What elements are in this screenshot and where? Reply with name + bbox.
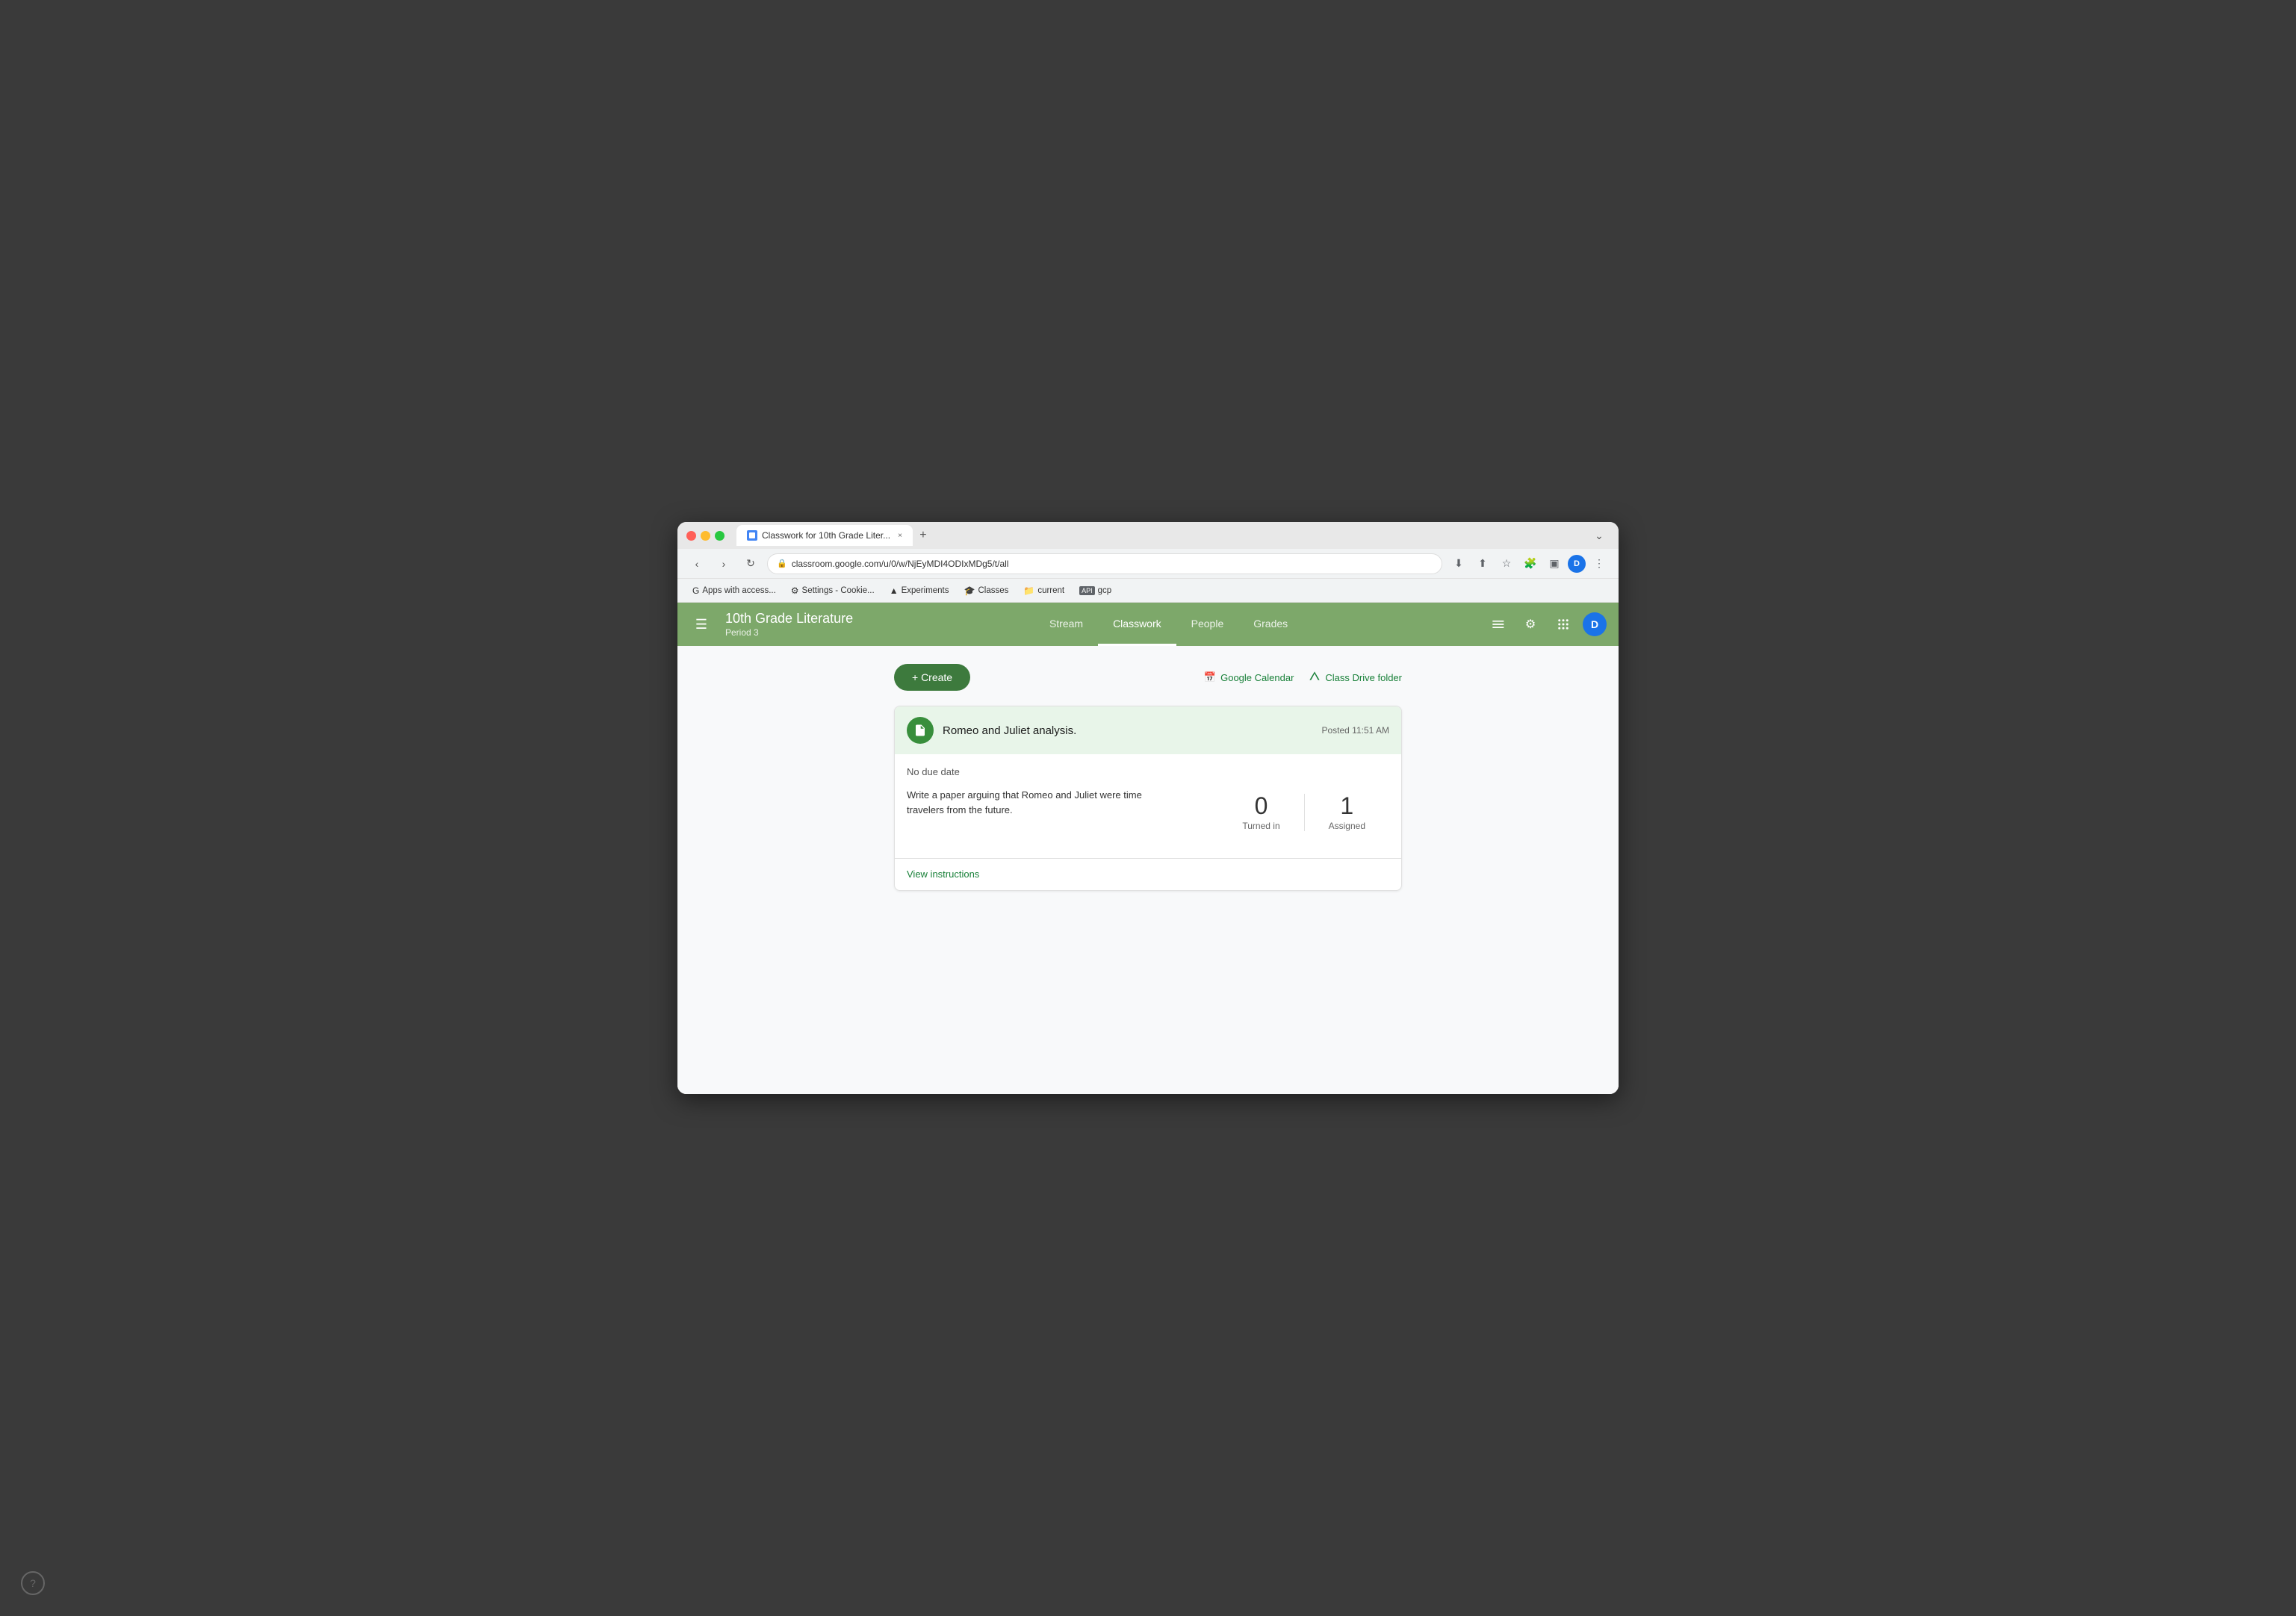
- hamburger-menu-icon[interactable]: ☰: [689, 612, 713, 636]
- assigned-count: 1: [1340, 794, 1353, 818]
- card-header-left: Romeo and Juliet analysis.: [907, 717, 1076, 744]
- bookmark-gcp[interactable]: API gcp: [1073, 584, 1117, 597]
- bookmark-current[interactable]: 📁 current: [1017, 583, 1070, 598]
- posted-time: Posted 11:51 AM: [1321, 725, 1389, 736]
- bookmark-classes[interactable]: 🎓 Classes: [958, 583, 1015, 598]
- turned-in-label: Turned in: [1242, 821, 1279, 831]
- toolbar-links: 📅 Google Calendar Class Drive folder: [1204, 671, 1402, 685]
- tab-title: Classwork for 10th Grade Liter...: [762, 530, 890, 541]
- class-period: Period 3: [725, 627, 853, 638]
- header-actions: ⚙ D: [1484, 611, 1607, 638]
- toolbar-row: + Create 📅 Google Calendar Class Drive f…: [894, 664, 1402, 691]
- address-bar: ‹ › ↻ 🔒 classroom.google.com/u/0/w/NjEyM…: [677, 549, 1619, 579]
- minimize-button[interactable]: [701, 531, 710, 541]
- tab-stream[interactable]: Stream: [1034, 603, 1098, 646]
- class-title-block: 10th Grade Literature Period 3: [725, 611, 853, 638]
- main-content: + Create 📅 Google Calendar Class Drive f…: [677, 646, 1619, 1094]
- assignment-type-icon: [907, 717, 934, 744]
- settings-icon: ⚙: [791, 585, 799, 596]
- card-header: Romeo and Juliet analysis. Posted 11:51 …: [895, 706, 1401, 754]
- drive-icon: [1309, 671, 1321, 685]
- tab-classwork[interactable]: Classwork: [1098, 603, 1176, 646]
- card-body: No due date Write a paper arguing that R…: [895, 754, 1401, 858]
- user-avatar[interactable]: D: [1583, 612, 1607, 636]
- url-bar[interactable]: 🔒 classroom.google.com/u/0/w/NjEyMDI4ODI…: [767, 553, 1442, 574]
- back-button[interactable]: ‹: [686, 553, 707, 574]
- address-actions: ⬇ ⬆ ☆ 🧩 ▣ D ⋮: [1448, 553, 1610, 574]
- turned-in-count: 0: [1255, 794, 1268, 818]
- experiments-icon: ▲: [890, 585, 899, 596]
- sidebar-icon[interactable]: ▣: [1544, 553, 1565, 574]
- bookmarks-bar: G Apps with access... ⚙ Settings - Cooki…: [677, 579, 1619, 603]
- class-drive-folder-link[interactable]: Class Drive folder: [1309, 671, 1402, 685]
- title-bar: Classwork for 10th Grade Liter... × + ⌄: [677, 522, 1619, 549]
- class-title: 10th Grade Literature: [725, 611, 853, 627]
- no-due-date: No due date: [907, 766, 1389, 777]
- traffic-lights: [686, 531, 725, 541]
- bookmark-apps[interactable]: G Apps with access...: [686, 583, 782, 598]
- chrome-menu-icon[interactable]: ⋮: [1589, 553, 1610, 574]
- folder-icon: 📁: [1023, 585, 1034, 596]
- tab-favicon: [747, 530, 757, 541]
- tab-close-button[interactable]: ×: [898, 532, 902, 540]
- card-footer: View instructions: [895, 858, 1401, 890]
- calendar-icon: 📅: [1204, 671, 1216, 683]
- settings-gear-icon[interactable]: ⚙: [1517, 611, 1544, 638]
- api-icon: API: [1079, 586, 1095, 595]
- assigned-stat: 1 Assigned: [1304, 794, 1389, 831]
- extension-icon[interactable]: 🧩: [1520, 553, 1541, 574]
- bookmark-experiments[interactable]: ▲ Experiments: [884, 583, 955, 598]
- bookmark-star-icon[interactable]: ☆: [1496, 553, 1517, 574]
- assignment-title: Romeo and Juliet analysis.: [943, 724, 1076, 737]
- assignment-description: Write a paper arguing that Romeo and Jul…: [907, 788, 1146, 817]
- bookmark-settings-label: Settings - Cookie...: [802, 586, 875, 595]
- assigned-label: Assigned: [1329, 821, 1365, 831]
- classroom-header: ☰ 10th Grade Literature Period 3 Stream …: [677, 603, 1619, 646]
- tab-people[interactable]: People: [1176, 603, 1239, 646]
- stats-row: 0 Turned in 1 Assigned: [1218, 788, 1389, 837]
- active-tab[interactable]: Classwork for 10th Grade Liter... ×: [736, 525, 913, 546]
- share-icon[interactable]: ⬆: [1472, 553, 1493, 574]
- bookmark-apps-label: Apps with access...: [702, 586, 775, 595]
- app-content: ☰ 10th Grade Literature Period 3 Stream …: [677, 603, 1619, 1094]
- google-calendar-link[interactable]: 📅 Google Calendar: [1204, 671, 1294, 683]
- close-button[interactable]: [686, 531, 696, 541]
- tab-bar: Classwork for 10th Grade Liter... × + ⌄: [736, 525, 1610, 546]
- student-view-icon[interactable]: [1484, 611, 1511, 638]
- bookmark-gcp-label: gcp: [1098, 586, 1112, 595]
- google-apps-icon[interactable]: [1550, 611, 1577, 638]
- help-icon[interactable]: ?: [21, 1571, 45, 1595]
- bookmark-classes-label: Classes: [978, 586, 1008, 595]
- view-instructions-link[interactable]: View instructions: [907, 868, 979, 880]
- tab-grades[interactable]: Grades: [1238, 603, 1303, 646]
- bookmark-settings[interactable]: ⚙ Settings - Cookie...: [785, 583, 881, 598]
- tab-end: ⌄: [934, 525, 1610, 546]
- browser-window: Classwork for 10th Grade Liter... × + ⌄ …: [677, 522, 1619, 1094]
- bookmark-current-label: current: [1037, 586, 1064, 595]
- card-content-row: Write a paper arguing that Romeo and Jul…: [907, 785, 1389, 846]
- classes-icon: 🎓: [964, 585, 975, 596]
- bookmark-experiments-label: Experiments: [902, 586, 949, 595]
- new-tab-button[interactable]: +: [913, 525, 934, 546]
- download-icon[interactable]: ⬇: [1448, 553, 1469, 574]
- fullscreen-button[interactable]: [715, 531, 725, 541]
- create-button[interactable]: + Create: [894, 664, 970, 691]
- turned-in-stat: 0 Turned in: [1218, 794, 1303, 831]
- url-text: classroom.google.com/u/0/w/NjEyMDI4ODIxM…: [792, 559, 1009, 569]
- lock-icon: 🔒: [777, 559, 787, 568]
- assignment-card: Romeo and Juliet analysis. Posted 11:51 …: [894, 706, 1402, 891]
- forward-button[interactable]: ›: [713, 553, 734, 574]
- google-icon: G: [692, 585, 699, 596]
- profile-avatar[interactable]: D: [1568, 555, 1586, 573]
- refresh-button[interactable]: ↻: [740, 553, 761, 574]
- header-nav: Stream Classwork People Grades: [865, 603, 1472, 646]
- browser-menu-button[interactable]: ⌄: [1589, 525, 1610, 546]
